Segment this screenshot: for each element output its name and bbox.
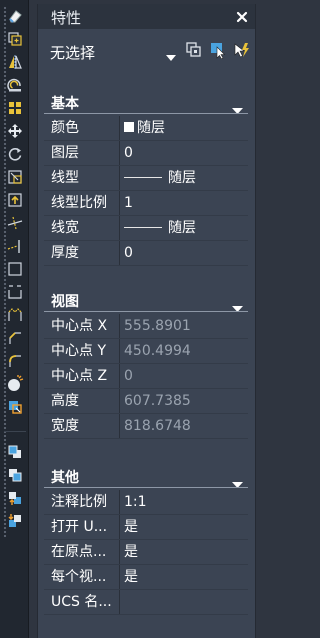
prop-row-width[interactable]: 宽度 818.6748 (44, 414, 248, 439)
prop-row-ucs-icon-on[interactable]: 打开 U... 是 (44, 515, 248, 540)
prop-label-center-z: 中心点 Z (51, 368, 108, 384)
prop-row-thickness[interactable]: 厚度 0 (44, 241, 248, 266)
draw-order-back-icon[interactable] (6, 466, 24, 484)
prop-row-linetype[interactable]: 线型 随层 (44, 166, 248, 191)
modify-toolbar (0, 0, 29, 638)
prop-value-annotation-scale[interactable]: 1:1 (124, 490, 248, 515)
join-icon[interactable] (6, 306, 24, 324)
section-title-view: 视图 (51, 294, 79, 310)
draw-order-below-icon[interactable] (6, 512, 24, 530)
draw-order-above-icon[interactable] (6, 489, 24, 507)
pickadd-toggle-icon[interactable] (231, 40, 251, 60)
prop-value-linetype[interactable]: 随层 (124, 166, 248, 191)
erase-icon[interactable] (6, 7, 24, 25)
quick-select-icon[interactable] (184, 40, 204, 60)
prop-label-thickness: 厚度 (51, 245, 79, 261)
prop-row-lineweight[interactable]: 线宽 随层 (44, 216, 248, 241)
prop-label-lineweight: 线宽 (51, 220, 79, 236)
offset-icon[interactable] (6, 76, 24, 94)
prop-value-layer[interactable]: 0 (124, 141, 248, 166)
prop-row-color[interactable]: 颜色 随层 (44, 116, 248, 141)
section-title-basic: 基本 (51, 96, 79, 112)
prop-row-center-x[interactable]: 中心点 X 555.8901 (44, 314, 248, 339)
prop-value-ucs-name[interactable] (124, 590, 248, 615)
color-swatch-icon (124, 122, 134, 132)
prop-label-color: 颜色 (51, 120, 79, 136)
linetype-sample-icon (124, 176, 162, 178)
section-header-basic[interactable]: 基本 (44, 92, 248, 114)
prop-row-ucs-name[interactable]: UCS 名... (44, 590, 248, 615)
prop-value-ucs-icon-on[interactable]: 是 (124, 515, 248, 540)
close-icon[interactable] (235, 9, 249, 23)
properties-panel: 特性 无选择 基本 颜色 随层 图层 0 线型 随层 线型比例 1 线宽 随层 … (37, 4, 256, 638)
prop-label-center-y: 中心点 Y (51, 343, 107, 359)
prop-row-annotation-scale[interactable]: 注释比例 1:1 (44, 490, 248, 515)
prop-value-ucs-per-viewport[interactable]: 是 (124, 565, 248, 590)
prop-label-linetype: 线型 (51, 170, 79, 186)
prop-value-lineweight[interactable]: 随层 (124, 216, 248, 241)
prop-label-ucs-icon-on: 打开 U... (51, 519, 108, 535)
selection-row: 无选择 (38, 39, 255, 65)
selection-dropdown-value: 无选择 (50, 44, 96, 62)
prop-row-center-z[interactable]: 中心点 Z 0 (44, 364, 248, 389)
prop-value-linetype-text: 随层 (168, 170, 196, 186)
rotate-icon[interactable] (6, 145, 24, 163)
prop-label-center-x: 中心点 X (51, 318, 108, 334)
prop-value-height: 607.7385 (124, 393, 191, 409)
prop-row-ucs-per-viewport[interactable]: 每个视... 是 (44, 565, 248, 590)
panel-title: 特性 (51, 9, 82, 27)
prop-label-annotation-scale: 注释比例 (51, 494, 107, 510)
prop-label-height: 高度 (51, 393, 79, 409)
trim-icon[interactable] (6, 214, 24, 232)
prop-row-layer[interactable]: 图层 0 (44, 141, 248, 166)
prop-label-linetype-scale: 线型比例 (51, 195, 107, 211)
prop-value-color-text: 随层 (137, 120, 165, 136)
draw-order-front-icon[interactable] (6, 443, 24, 461)
section-header-other[interactable]: 其他 (44, 466, 248, 488)
prop-row-linetype-scale[interactable]: 线型比例 1 (44, 191, 248, 216)
prop-value-ucs-at-origin[interactable]: 是 (124, 540, 248, 565)
copy-icon[interactable] (6, 30, 24, 48)
prop-value-center-y: 450.4994 (124, 343, 191, 359)
break-at-point-icon[interactable] (6, 260, 24, 278)
prop-label-ucs-at-origin: 在原点... (51, 544, 107, 560)
chamfer-icon[interactable] (6, 329, 24, 347)
chevron-down-icon[interactable] (166, 47, 176, 66)
prop-value-width: 818.6748 (124, 418, 191, 434)
prop-row-center-y[interactable]: 中心点 Y 450.4994 (44, 339, 248, 364)
prop-value-center-x: 555.8901 (124, 318, 191, 334)
extend-icon[interactable] (6, 237, 24, 255)
prop-label-ucs-name: UCS 名... (51, 594, 112, 610)
prop-label-width: 宽度 (51, 418, 79, 434)
move-icon[interactable] (6, 122, 24, 140)
prop-value-thickness[interactable]: 0 (124, 241, 248, 266)
break-icon[interactable] (6, 283, 24, 301)
section-title-other: 其他 (51, 470, 79, 486)
fillet-icon[interactable] (6, 352, 24, 370)
prop-row-height[interactable]: 高度 607.7385 (44, 389, 248, 414)
stretch-icon[interactable] (6, 191, 24, 209)
selection-dropdown[interactable]: 无选择 (44, 39, 176, 63)
explode-icon[interactable] (6, 375, 24, 393)
scale-icon[interactable] (6, 168, 24, 186)
prop-value-linetype-scale[interactable]: 1 (124, 191, 248, 216)
lineweight-sample-icon (124, 226, 162, 228)
section-header-view[interactable]: 视图 (44, 290, 248, 312)
prop-label-layer: 图层 (51, 145, 79, 161)
prop-value-color[interactable]: 随层 (124, 116, 248, 141)
prop-value-lineweight-text: 随层 (168, 220, 196, 236)
prop-row-ucs-at-origin[interactable]: 在原点... 是 (44, 540, 248, 565)
prop-label-ucs-per-viewport: 每个视... (51, 569, 107, 585)
mirror-icon[interactable] (6, 53, 24, 71)
select-objects-icon[interactable] (208, 40, 228, 60)
prop-value-center-z: 0 (124, 368, 133, 384)
array-icon[interactable] (6, 99, 24, 117)
blend-icon[interactable] (6, 398, 24, 416)
panel-titlebar[interactable]: 特性 (38, 4, 255, 29)
